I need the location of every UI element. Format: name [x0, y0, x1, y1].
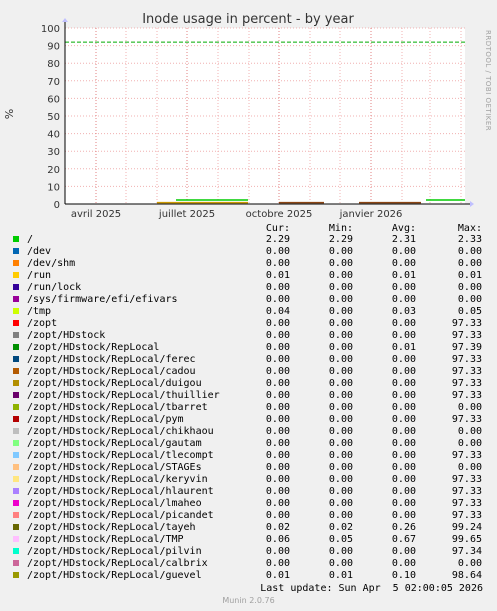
x-tick-label: janvier 2026 [339, 209, 403, 220]
y-tick-label: 90 [47, 42, 60, 53]
x-tick-label: juillet 2025 [158, 209, 215, 220]
x-tick-label: avril 2025 [71, 209, 121, 220]
y-axis-arrow [62, 18, 68, 22]
y-tick-label: 60 [47, 94, 60, 105]
y-tick-label: 100 [41, 24, 60, 35]
munin-version: Munin 2.0.76 [222, 596, 275, 605]
x-axis-arrow [470, 201, 474, 207]
y-axis-label: % [3, 109, 16, 119]
y-tick-label: 30 [47, 147, 60, 158]
y-tick-label: 10 [47, 182, 60, 193]
last-update: Last update: Sun Apr 5 02:00:05 2026 [260, 583, 483, 594]
rrdtool-credit: RRDTOOL / TOBI OETIKER [484, 30, 492, 132]
y-tick-label: 70 [47, 77, 60, 88]
y-tick-label: 50 [47, 112, 60, 123]
y-tick-label: 0 [54, 200, 60, 211]
chart: Inode usage in percent - by year % 0 10 20… [3, 12, 474, 220]
y-tick-label: 20 [47, 165, 60, 176]
chart-title: Inode usage in percent - by year [142, 12, 354, 27]
x-tick-label: octobre 2025 [246, 209, 313, 220]
y-tick-label: 40 [47, 130, 60, 141]
y-tick-label: 80 [47, 59, 60, 70]
